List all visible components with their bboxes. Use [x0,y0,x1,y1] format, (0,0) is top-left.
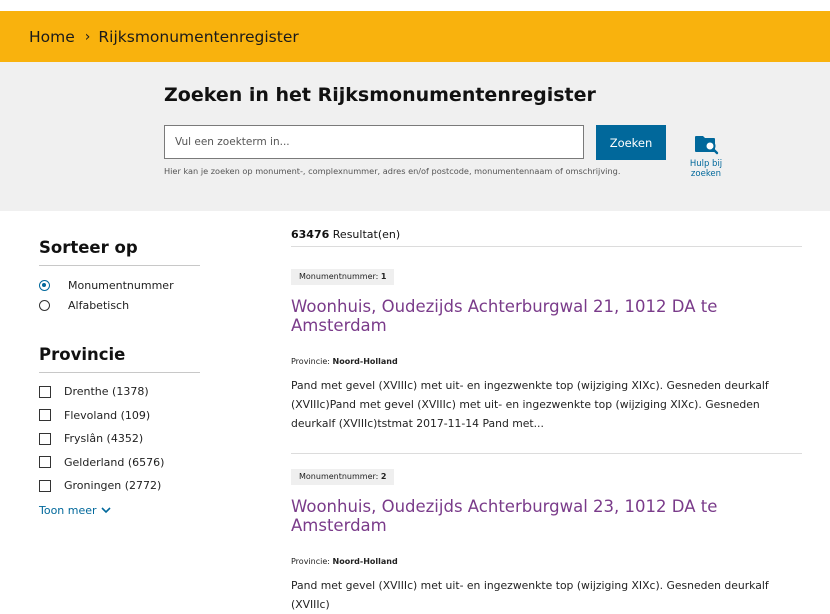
breadcrumb-current: Rijksmonumentenregister [98,27,299,46]
result-description: Pand met gevel (XVIIIc) met uit- en inge… [291,579,769,611]
province-field-label: Provincie: [291,557,330,566]
result-title-link[interactable]: Woonhuis, Oudezijds Achterburgwal 23, 10… [291,497,802,535]
breadcrumb-home-link[interactable]: Home [29,28,75,46]
result-item: Monumentnummer: 2 Woonhuis, Oudezijds Ac… [291,464,802,614]
help-search-link[interactable]: Hulp bij zoeken [674,132,738,179]
monument-number-badge: Monumentnummer: 1 [291,269,395,285]
results-list: 63476 Resultat(en) Monumentnummer: 1 Woo… [291,228,802,614]
province-item-drenthe[interactable]: Drenthe (1378) [39,380,200,404]
show-more-label: Toon meer [39,503,97,517]
province-divider [39,372,200,373]
monument-number-label: Monumentnummer: [299,472,379,481]
province-label: Flevoland (109) [64,408,151,422]
province-value: Noord-Holland [332,557,398,566]
province-item-flevoland[interactable]: Flevoland (109) [39,404,200,428]
filter-sidebar: Sorteer op Monumentnummer Alfabetisch Pr… [39,238,200,517]
sort-divider [39,265,200,266]
province-label: Fryslân (4352) [64,432,144,446]
checkbox[interactable] [39,409,51,422]
checkbox[interactable] [39,432,51,445]
monument-number-label: Monumentnummer: [299,272,379,281]
breadcrumb-separator: › [84,28,91,45]
province-label: Drenthe (1378) [64,385,149,399]
breadcrumb: Home › Rijksmonumentenregister [0,11,830,62]
search-panel: Zoeken in het Rijksmonumentenregister Zo… [0,62,830,211]
province-title: Provincie [39,345,126,364]
sort-title: Sorteer op [39,238,138,257]
checkbox[interactable] [39,479,51,492]
result-description: Pand met gevel (XVIIIc) met uit- en inge… [291,379,769,430]
chevron-down-icon [100,506,111,513]
search-button[interactable]: Zoeken [596,125,666,160]
results-count: 63476 Resultat(en) [291,228,802,241]
province-list: Drenthe (1378) Flevoland (109) Fryslân (… [39,380,200,498]
search-hint: Hier kan je zoeken op monument-, complex… [164,166,621,176]
results-count-number: 63476 [291,228,330,241]
results-divider [291,246,802,247]
province-item-gelderland[interactable]: Gelderland (6576) [39,451,200,475]
folder-search-icon [695,136,719,155]
help-search-label: Hulp bij zoeken [689,159,723,179]
province-field-label: Provincie: [291,357,330,366]
province-item-fryslan[interactable]: Fryslân (4352) [39,427,200,451]
sort-option-label: Alfabetisch [68,298,130,312]
result-province: Provincie: Noord-Holland [291,557,802,566]
sort-option-alfabetisch[interactable]: Alfabetisch [39,295,200,315]
monument-number: 1 [380,272,387,281]
province-label: Gelderland (6576) [64,455,165,469]
radio-selected[interactable] [39,279,50,291]
result-title-link[interactable]: Woonhuis, Oudezijds Achterburgwal 21, 10… [291,297,802,335]
checkbox[interactable] [39,456,51,469]
province-item-groningen[interactable]: Groningen (2772) [39,474,200,498]
sort-option-monumentnummer[interactable]: Monumentnummer [39,275,200,295]
monument-number-badge: Monumentnummer: 2 [291,469,395,485]
show-more-link[interactable]: Toon meer [39,504,200,517]
search-input[interactable] [164,125,584,159]
result-divider [291,453,802,454]
search-title: Zoeken in het Rijksmonumentenregister [164,84,596,106]
top-spacer [0,0,830,11]
radio-unselected[interactable] [39,299,50,311]
province-label: Groningen (2772) [64,479,162,493]
sort-options: Monumentnummer Alfabetisch [39,275,200,315]
results-count-suffix: Resultat(en) [329,228,401,241]
sort-option-label: Monumentnummer [68,278,174,292]
result-item: Monumentnummer: 1 Woonhuis, Oudezijds Ac… [291,264,802,433]
result-province: Provincie: Noord-Holland [291,357,802,366]
checkbox[interactable] [39,385,51,398]
monument-number: 2 [380,472,387,481]
province-value: Noord-Holland [332,357,398,366]
